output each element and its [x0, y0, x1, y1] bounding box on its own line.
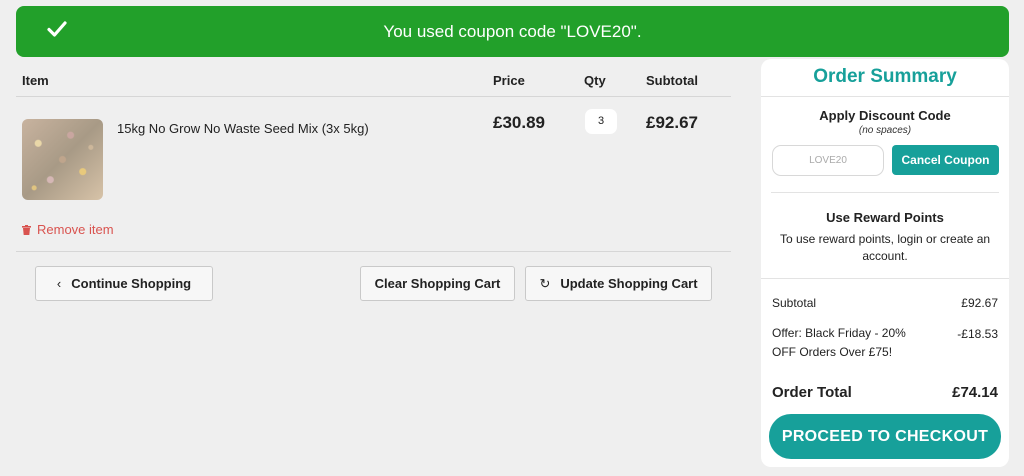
product-subtotal: £92.67	[646, 113, 698, 132]
offer-value: -£18.53	[957, 327, 998, 341]
column-header-subtotal: Subtotal	[646, 73, 698, 88]
reward-divider	[761, 278, 1009, 279]
summary-divider	[761, 96, 1009, 97]
offer-label: Offer: Black Friday - 20% OFF Orders Ove…	[772, 326, 906, 359]
subtotal-value: £92.67	[961, 296, 998, 310]
banner-message: You used coupon code "LOVE20".	[383, 22, 642, 41]
coupon-input[interactable]: LOVE20	[772, 145, 884, 176]
update-cart-label: Update Shopping Cart	[560, 276, 698, 291]
order-summary-title: Order Summary	[813, 66, 957, 87]
continue-shopping-label: Continue Shopping	[71, 276, 192, 291]
remove-item-label: Remove item	[37, 222, 114, 237]
column-header-item: Item	[22, 73, 49, 88]
continue-shopping-button[interactable]: ‹ Continue Shopping	[35, 266, 213, 301]
reward-heading: Use Reward Points	[826, 210, 944, 225]
proceed-to-checkout-button[interactable]: PROCEED TO CHECKOUT	[769, 414, 1001, 459]
cancel-coupon-button[interactable]: Cancel Coupon	[892, 145, 999, 175]
quantity-input[interactable]: 3	[585, 109, 617, 134]
discount-divider	[771, 192, 999, 193]
product-name[interactable]: 15kg No Grow No Waste Seed Mix (3x 5kg)	[117, 121, 369, 136]
trash-icon	[22, 225, 31, 235]
product-image[interactable]	[22, 119, 103, 200]
product-price: £30.89	[493, 113, 545, 132]
discount-note: (no spaces)	[858, 125, 912, 136]
cart-divider	[16, 251, 731, 252]
reward-text: To use reward points, login or create an…	[779, 232, 991, 263]
order-total-label: Order Total	[772, 384, 852, 401]
clear-cart-label: Clear Shopping Cart	[374, 276, 501, 291]
column-header-qty: Qty	[584, 73, 606, 88]
chevron-left-icon: ‹	[56, 276, 62, 291]
column-header-price: Price	[493, 73, 525, 88]
order-summary-panel: Order Summary Apply Discount Code (no sp…	[761, 59, 1009, 467]
coupon-success-banner: You used coupon code "LOVE20".	[16, 6, 1009, 57]
refresh-icon: ↻	[539, 276, 551, 291]
order-total-value: £74.14	[952, 384, 998, 401]
subtotal-label: Subtotal	[772, 296, 817, 310]
header-divider	[16, 96, 731, 97]
remove-item-link[interactable]: Remove item	[22, 222, 114, 237]
clear-cart-button[interactable]: Clear Shopping Cart	[360, 266, 515, 301]
discount-heading: Apply Discount Code	[819, 108, 951, 123]
update-cart-button[interactable]: ↻ Update Shopping Cart	[525, 266, 712, 301]
